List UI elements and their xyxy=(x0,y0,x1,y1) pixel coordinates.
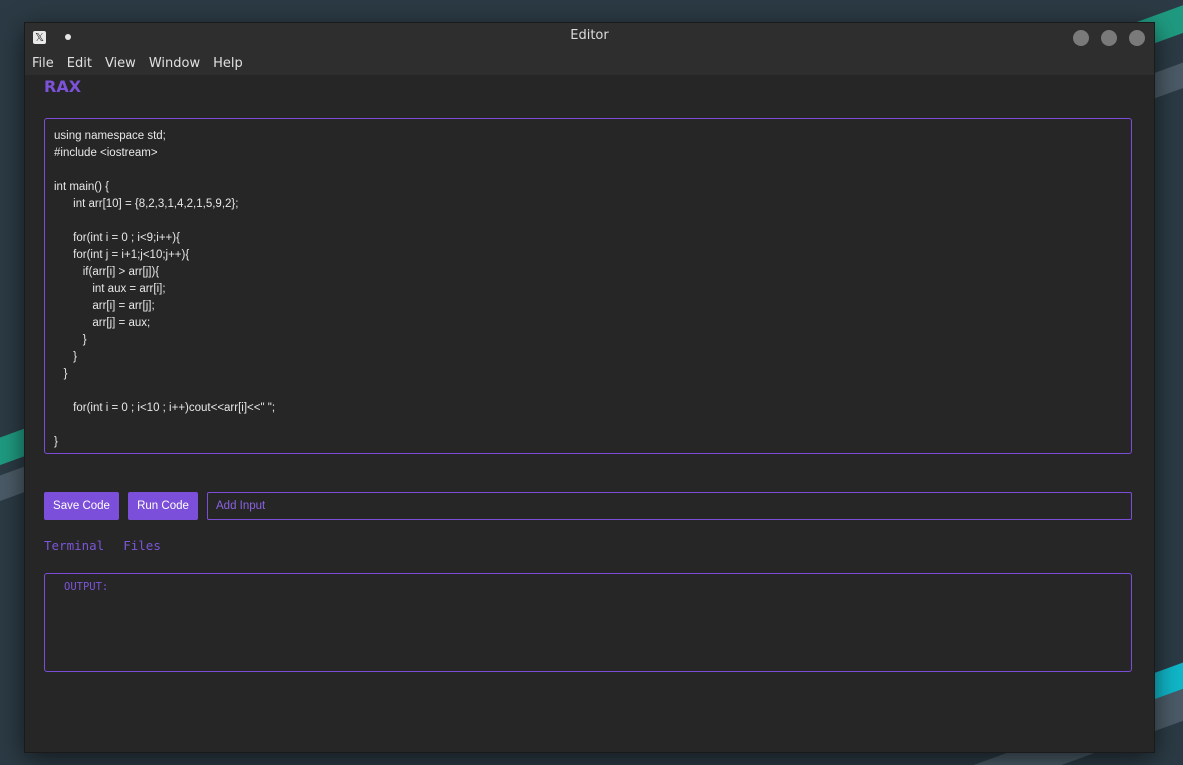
close-button[interactable] xyxy=(1129,30,1145,46)
run-code-button[interactable]: Run Code xyxy=(128,492,198,520)
minimize-button[interactable] xyxy=(1073,30,1089,46)
code-line: int arr[10] = {8,2,3,1,4,2,1,5,9,2}; xyxy=(54,198,239,210)
maximize-button[interactable] xyxy=(1101,30,1117,46)
save-code-button[interactable]: Save Code xyxy=(44,492,119,520)
title-bar: Editor 𝕏 xyxy=(25,23,1154,51)
code-line: for(int j = i+1;j<10;j++){ xyxy=(54,249,190,261)
editor-window: Editor 𝕏 File Edit View Window Help RAX … xyxy=(25,23,1154,752)
code-line: int aux = arr[i]; xyxy=(54,283,166,295)
menu-file[interactable]: File xyxy=(32,56,54,71)
menu-bar: File Edit View Window Help xyxy=(25,51,1154,75)
window-title: Editor xyxy=(570,28,609,43)
tab-files[interactable]: Files xyxy=(123,538,161,553)
code-line: if(arr[i] > arr[j]){ xyxy=(54,266,160,278)
code-line: #include <iostream> xyxy=(54,147,158,159)
code-line: for(int i = 0 ; i<9;i++){ xyxy=(54,232,180,244)
menu-help[interactable]: Help xyxy=(213,56,243,71)
brand-logo: RAX xyxy=(44,77,82,96)
editor-content: RAX using namespace std; #include <iostr… xyxy=(25,75,1154,750)
app-icon[interactable]: 𝕏 xyxy=(33,31,46,44)
pin-dot-icon[interactable] xyxy=(65,34,71,40)
code-line: int main() { xyxy=(54,181,109,193)
code-line: } xyxy=(54,436,58,448)
menu-edit[interactable]: Edit xyxy=(67,56,92,71)
tab-terminal[interactable]: Terminal xyxy=(44,538,104,553)
code-line: } xyxy=(54,334,87,346)
menu-view[interactable]: View xyxy=(105,56,136,71)
menu-window[interactable]: Window xyxy=(149,56,200,71)
add-input-field[interactable] xyxy=(207,492,1132,520)
output-label: OUTPUT: xyxy=(64,581,109,593)
code-line: } xyxy=(54,351,78,363)
code-line: for(int i = 0 ; i<10 ; i++)cout<<arr[i]<… xyxy=(54,402,276,414)
bottom-tabs: Terminal Files xyxy=(44,538,180,553)
code-line: arr[j] = aux; xyxy=(54,317,151,329)
code-line: arr[i] = arr[j]; xyxy=(54,300,155,312)
code-editor[interactable]: using namespace std; #include <iostream>… xyxy=(44,118,1132,454)
code-line: using namespace std; xyxy=(54,130,166,142)
output-panel: OUTPUT: xyxy=(44,573,1132,672)
code-line: } xyxy=(54,368,68,380)
